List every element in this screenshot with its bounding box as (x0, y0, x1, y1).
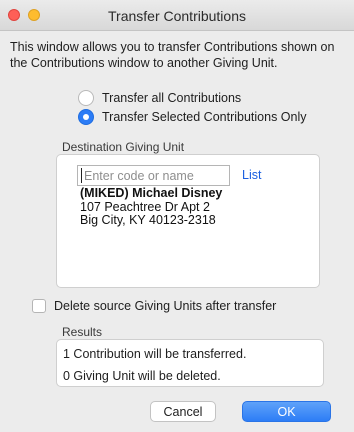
result-giving-units-deleted: 0 Giving Unit will be deleted. (63, 369, 221, 383)
destination-address: (MIKED) Michael Disney 107 Peachtree Dr … (80, 186, 223, 228)
intro-text: This window allows you to transfer Contr… (10, 40, 335, 70)
radio-transfer-selected-label: Transfer Selected Contributions Only (102, 110, 307, 124)
delete-source-label: Delete source Giving Units after transfe… (54, 299, 277, 313)
list-link[interactable]: List (242, 168, 261, 182)
results-group-label: Results (62, 325, 103, 339)
radio-transfer-selected[interactable]: Transfer Selected Contributions Only (78, 108, 307, 126)
delete-source-checkbox-row[interactable]: Delete source Giving Units after transfe… (32, 297, 276, 315)
destination-search-input[interactable] (77, 165, 230, 186)
transfer-contributions-window: Transfer Contributions This window allow… (0, 0, 354, 432)
delete-source-checkbox[interactable] (32, 299, 46, 313)
radio-transfer-all-label: Transfer all Contributions (102, 91, 242, 105)
radio-selected-icon[interactable] (78, 109, 94, 125)
ok-button[interactable]: OK (242, 401, 331, 422)
title-bar[interactable]: Transfer Contributions (0, 0, 354, 31)
address-line-2: Big City, KY 40123-2318 (80, 213, 216, 227)
window-title: Transfer Contributions (108, 8, 246, 24)
destination-group-label: Destination Giving Unit (62, 140, 185, 154)
giving-unit-name: (MIKED) Michael Disney (80, 186, 223, 200)
text-caret (81, 168, 82, 183)
result-contributions-transferred: 1 Contribution will be transferred. (63, 347, 247, 361)
radio-unselected-icon[interactable] (78, 90, 94, 106)
radio-transfer-all[interactable]: Transfer all Contributions (78, 89, 241, 107)
address-line-1: 107 Peachtree Dr Apt 2 (80, 199, 210, 214)
cancel-button[interactable]: Cancel (150, 401, 216, 422)
